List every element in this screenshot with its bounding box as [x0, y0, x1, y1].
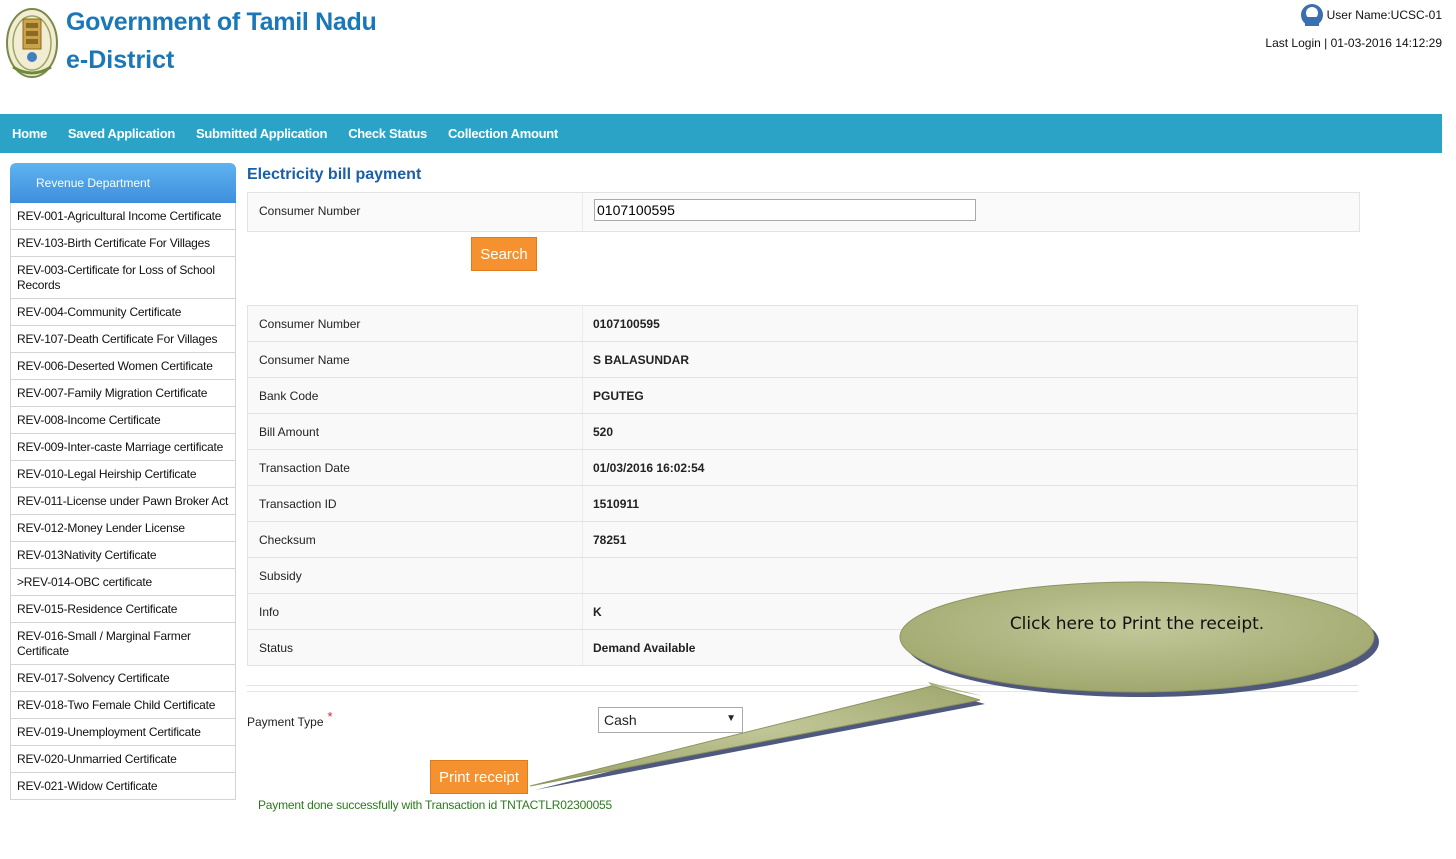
detail-value: 01/03/2016 16:02:54	[593, 461, 705, 475]
sidebar-item-rev-021[interactable]: REV-021-Widow Certificate	[10, 773, 236, 800]
detail-label: Bill Amount	[259, 425, 320, 439]
chevron-down-icon: ▼	[726, 713, 736, 724]
sidebar-item-rev-001[interactable]: REV-001-Agricultural Income Certificate	[10, 203, 236, 230]
search-button[interactable]: Search	[471, 237, 537, 271]
required-marker: *	[327, 709, 333, 724]
brand-title: Government of Tamil Nadu	[66, 8, 377, 36]
column-divider	[582, 193, 583, 231]
print-receipt-button[interactable]: Print receipt	[430, 760, 528, 794]
sidebar-item-rev-018[interactable]: REV-018-Two Female Child Certificate	[10, 692, 236, 719]
detail-row-consumer-name: Consumer Name S BALASUNDAR	[247, 342, 1358, 378]
column-divider	[582, 558, 583, 593]
column-divider	[582, 594, 583, 629]
payment-type-label: Payment Type *	[247, 709, 333, 729]
sidebar-item-rev-009[interactable]: REV-009-Inter-caste Marriage certificate	[10, 434, 236, 461]
sidebar-item-rev-006[interactable]: REV-006-Deserted Women Certificate	[10, 353, 236, 380]
user-info: User Name:UCSC-01 Last Login | 01-03-201…	[1265, 4, 1442, 50]
detail-label: Bank Code	[259, 389, 319, 403]
detail-value: PGUTEG	[593, 389, 644, 403]
divider	[247, 691, 1358, 692]
sidebar-item-rev-103[interactable]: REV-103-Birth Certificate For Villages	[10, 230, 236, 257]
nav-submitted-application[interactable]: Submitted Application	[196, 126, 327, 141]
detail-label: Checksum	[259, 533, 316, 547]
tamil-nadu-emblem-icon	[6, 8, 58, 78]
column-divider	[582, 342, 583, 377]
column-divider	[582, 522, 583, 557]
sidebar-item-rev-012[interactable]: REV-012-Money Lender License	[10, 515, 236, 542]
nav-collection-amount[interactable]: Collection Amount	[448, 126, 558, 141]
sidebar-heading[interactable]: Revenue Department	[10, 163, 236, 203]
sidebar-item-rev-007[interactable]: REV-007-Family Migration Certificate	[10, 380, 236, 407]
detail-label: Status	[259, 641, 294, 655]
sidebar-item-rev-016[interactable]: REV-016-Small / Marginal Farmer Certific…	[10, 623, 236, 665]
brand-subtitle: e-District	[66, 46, 175, 74]
detail-row-bank-code: Bank Code PGUTEG	[247, 378, 1358, 414]
detail-row-transaction-date: Transaction Date 01/03/2016 16:02:54	[247, 450, 1358, 486]
detail-value: 1510911	[593, 497, 640, 511]
detail-row-status: Status Demand Available	[247, 630, 1358, 666]
nav-saved-application[interactable]: Saved Application	[68, 126, 175, 141]
nav-home[interactable]: Home	[12, 126, 47, 141]
detail-row-bill-amount: Bill Amount 520	[247, 414, 1358, 450]
user-name: User Name:UCSC-01	[1326, 8, 1442, 22]
search-row: Consumer Number	[247, 192, 1360, 232]
sidebar-item-rev-020[interactable]: REV-020-Unmarried Certificate	[10, 746, 236, 773]
sidebar-item-rev-011[interactable]: REV-011-License under Pawn Broker Act	[10, 488, 236, 515]
detail-row-subsidy: Subsidy	[247, 558, 1358, 594]
detail-value: S BALASUNDAR	[593, 353, 689, 367]
sidebar-item-rev-008[interactable]: REV-008-Income Certificate	[10, 407, 236, 434]
detail-value: 78251	[593, 533, 627, 547]
bill-details-table: Consumer Number 0107100595 Consumer Name…	[247, 305, 1358, 666]
user-icon[interactable]	[1300, 4, 1323, 26]
sidebar-item-rev-015[interactable]: REV-015-Residence Certificate	[10, 596, 236, 623]
callout-text: Click here to Print the receipt.	[1009, 614, 1265, 634]
column-divider	[582, 486, 583, 521]
detail-label: Consumer Number	[259, 317, 361, 331]
payment-type-text: Payment Type	[247, 715, 324, 729]
detail-value: 520	[593, 425, 614, 439]
sidebar-item-rev-013[interactable]: REV-013Nativity Certificate	[10, 542, 236, 569]
detail-label: Info	[259, 605, 280, 619]
sidebar-item-rev-107[interactable]: REV-107-Death Certificate For Villages	[10, 326, 236, 353]
sidebar-item-rev-004[interactable]: REV-004-Community Certificate	[10, 299, 236, 326]
sidebar-item-rev-010[interactable]: REV-010-Legal Heirship Certificate	[10, 461, 236, 488]
page-header: Government of Tamil Nadu e-District User…	[0, 0, 1456, 114]
payment-type-select[interactable]: Cash ▼	[598, 707, 743, 733]
sidebar-item-rev-014[interactable]: >REV-014-OBC certificate	[10, 569, 236, 596]
detail-label: Transaction Date	[259, 461, 350, 475]
sidebar-item-rev-017[interactable]: REV-017-Solvency Certificate	[10, 665, 236, 692]
detail-value: K	[593, 605, 602, 619]
detail-label: Consumer Name	[259, 353, 350, 367]
sidebar: Revenue Department REV-001-Agricultural …	[10, 163, 236, 800]
detail-row-consumer-number: Consumer Number 0107100595	[247, 306, 1358, 342]
detail-value: Demand Available	[593, 641, 696, 655]
column-divider	[582, 414, 583, 449]
detail-row-transaction-id: Transaction ID 1510911	[247, 486, 1358, 522]
divider	[247, 685, 1358, 686]
column-divider	[582, 378, 583, 413]
main-navigation: Home Saved Application Submitted Applica…	[0, 114, 1442, 153]
detail-label: Transaction ID	[259, 497, 337, 511]
consumer-number-input[interactable]	[594, 199, 976, 221]
payment-type-value: Cash	[604, 712, 637, 728]
sidebar-item-rev-019[interactable]: REV-019-Unemployment Certificate	[10, 719, 236, 746]
consumer-number-label: Consumer Number	[259, 204, 361, 218]
sidebar-item-rev-003[interactable]: REV-003-Certificate for Loss of School R…	[10, 257, 236, 299]
detail-value: 0107100595	[593, 317, 660, 331]
detail-row-checksum: Checksum 78251	[247, 522, 1358, 558]
column-divider	[582, 306, 583, 341]
last-login: Last Login | 01-03-2016 14:12:29	[1265, 36, 1442, 50]
column-divider	[582, 630, 583, 665]
success-message: Payment done successfully with Transacti…	[258, 798, 613, 812]
column-divider	[582, 450, 583, 485]
page-title: Electricity bill payment	[247, 166, 422, 183]
nav-check-status[interactable]: Check Status	[348, 126, 427, 141]
detail-label: Subsidy	[259, 569, 302, 583]
